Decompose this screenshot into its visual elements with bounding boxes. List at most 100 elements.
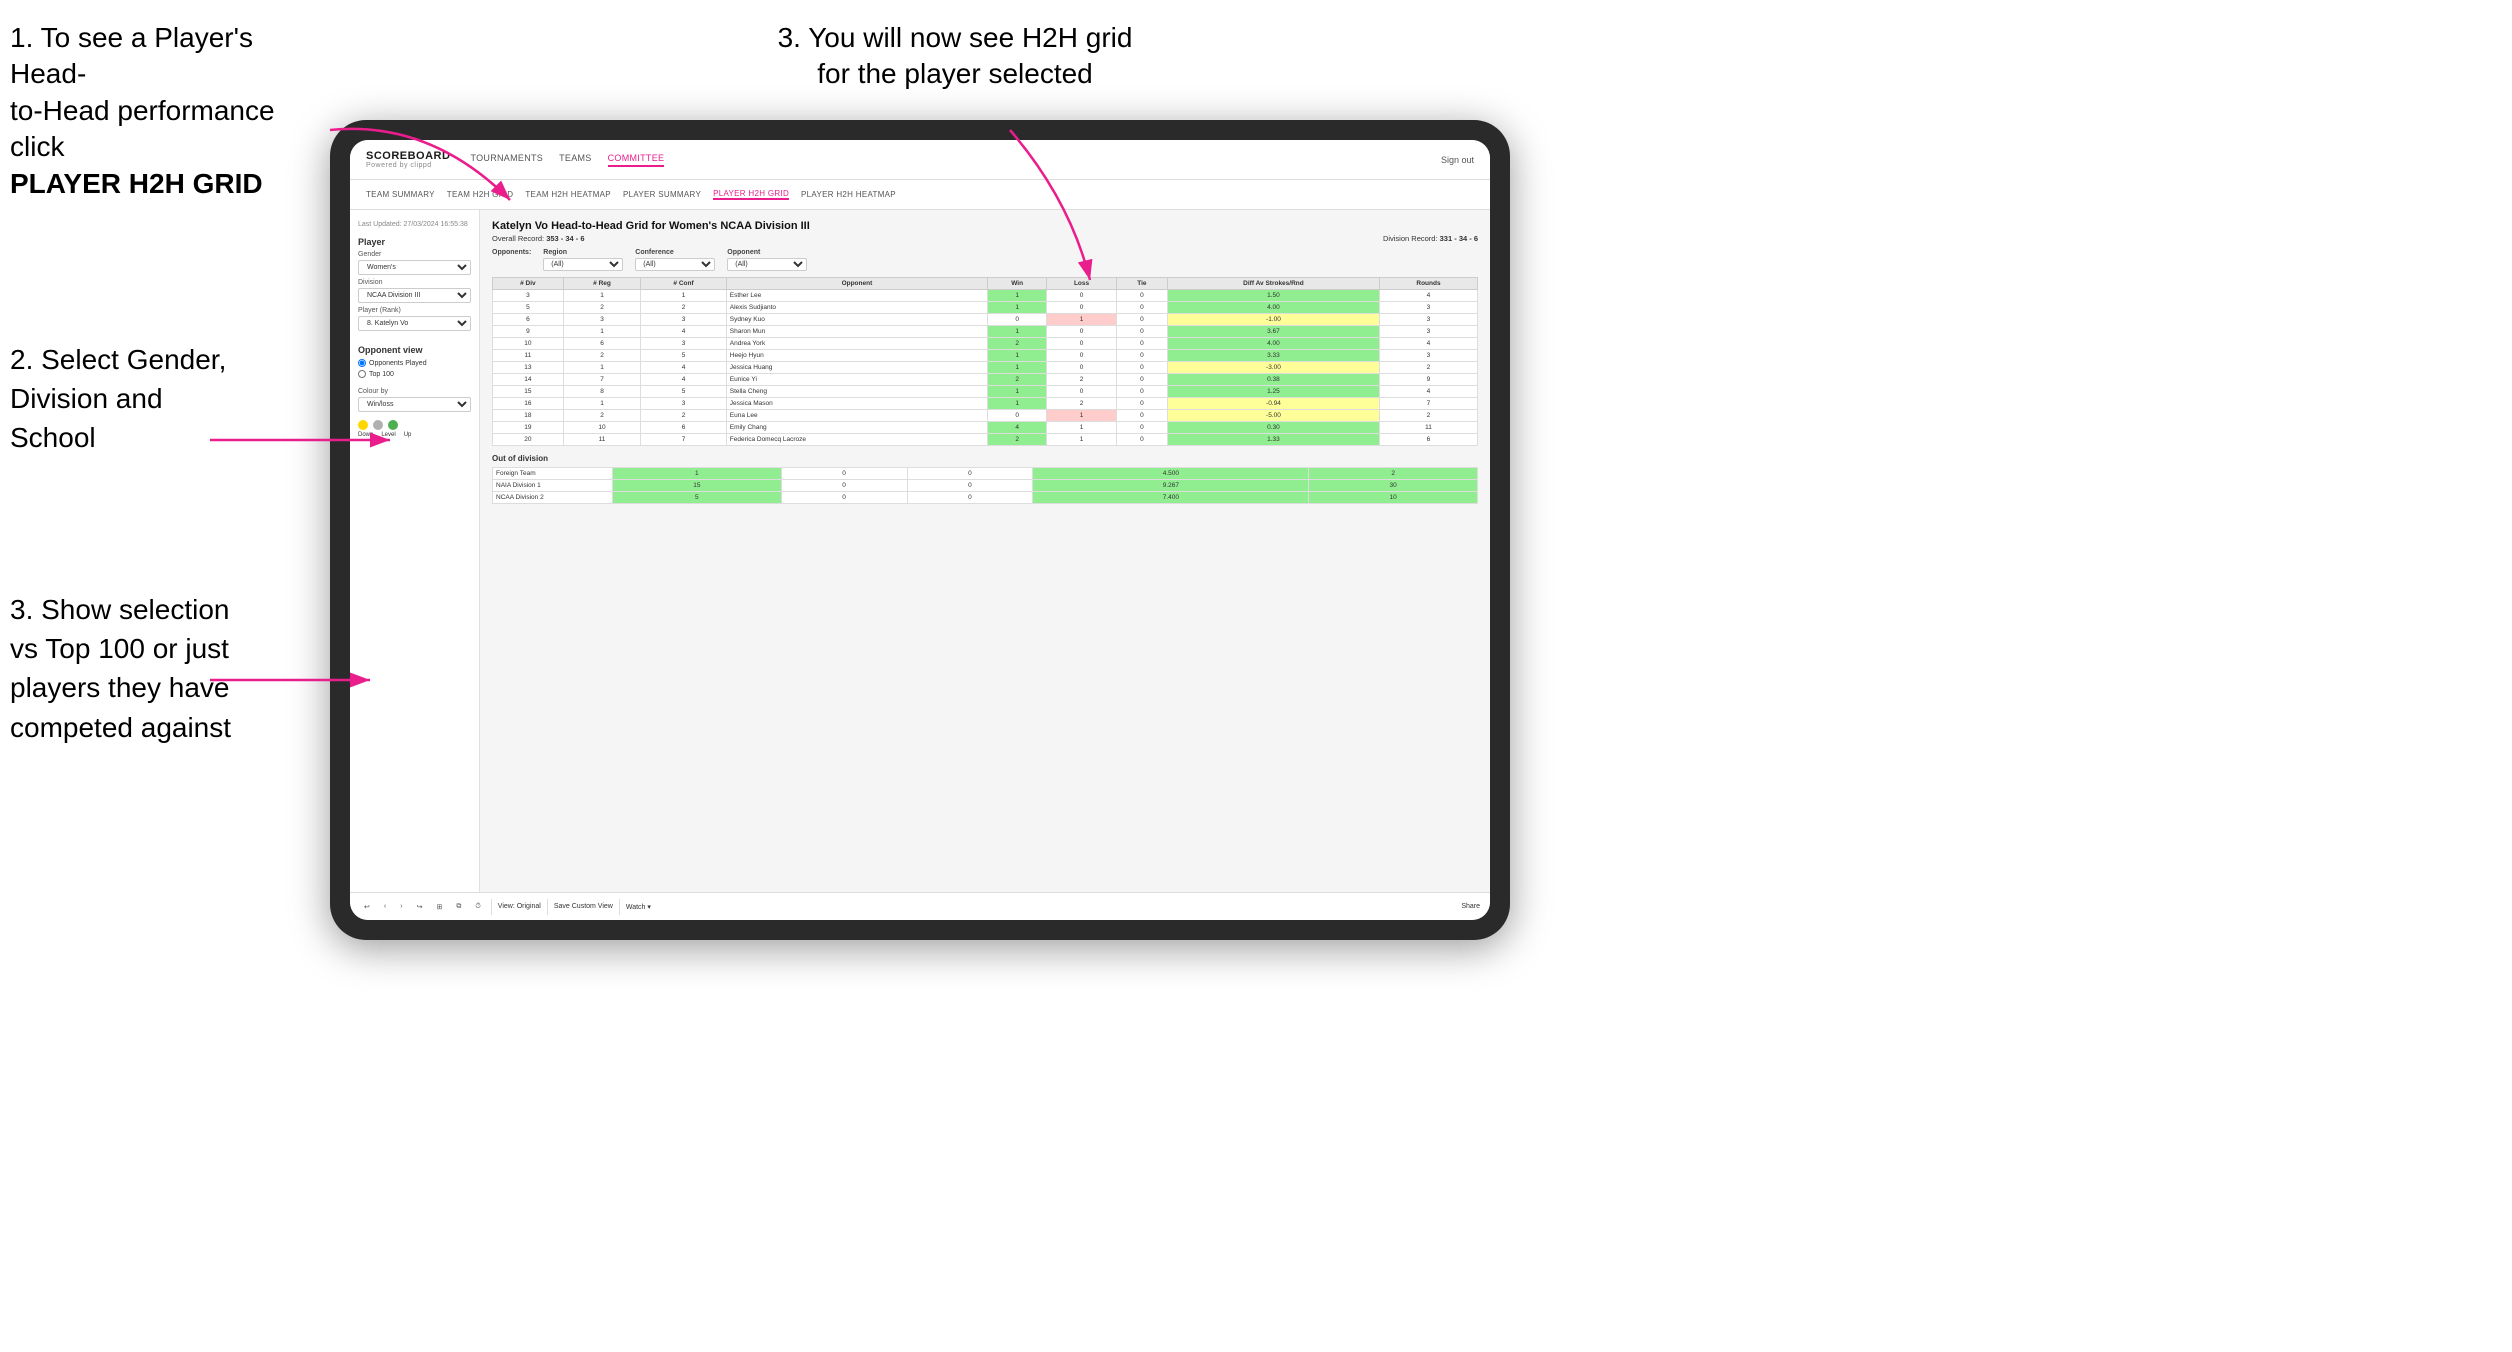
- save-custom-btn[interactable]: Save Custom View: [554, 903, 613, 910]
- table-row: 3 1 1 Esther Lee 1 0 0 1.50 4: [493, 290, 1478, 302]
- division-label: Division: [358, 279, 471, 286]
- forward-btn[interactable]: ›: [396, 901, 406, 912]
- redo-btn[interactable]: ↪: [413, 901, 427, 913]
- colour-level: [373, 420, 383, 430]
- colour-up: [388, 420, 398, 430]
- colour-by-label: Colour by: [358, 388, 471, 395]
- sub-nav-player-h2h-heatmap[interactable]: PLAYER H2H HEATMAP: [801, 190, 896, 199]
- share-btn[interactable]: Share: [1461, 903, 1480, 910]
- separator1: [491, 899, 492, 915]
- clock-btn[interactable]: ⏱: [471, 901, 484, 913]
- col-reg: # Reg: [563, 278, 641, 290]
- colour-down: [358, 420, 368, 430]
- filter-region-label: Region: [543, 249, 623, 256]
- col-div: # Div: [493, 278, 564, 290]
- logo: SCOREBOARD Powered by clippd: [366, 150, 450, 170]
- out-table-row: Foreign Team 1 0 0 4.500 2: [493, 468, 1478, 480]
- radio-top100[interactable]: Top 100: [358, 370, 471, 378]
- nav-sign-out[interactable]: Sign out: [1441, 155, 1474, 165]
- table-row: 13 1 4 Jessica Huang 1 0 0 -3.00 2: [493, 362, 1478, 374]
- table-row: 10 6 3 Andrea York 2 0 0 4.00 4: [493, 338, 1478, 350]
- instruction-step2: 2. Select Gender, Division and School: [10, 340, 310, 458]
- undo-btn[interactable]: ↩: [360, 901, 374, 913]
- bottom-toolbar: ↩ ‹ › ↪ ⊞ ⧉ ⏱ View: Original Save Custom…: [350, 892, 1490, 920]
- col-rounds: Rounds: [1379, 278, 1477, 290]
- filter-opponents: Opponents:: [492, 249, 531, 271]
- colour-section: Colour by Win/loss Down Level Up: [358, 388, 471, 438]
- h2h-table: # Div # Reg # Conf Opponent Win Loss Tie…: [492, 277, 1478, 446]
- overall-record: Overall Record: 353 - 34 - 6: [492, 234, 585, 243]
- instruction-step3-bottom: 3. Show selection vs Top 100 or just pla…: [10, 590, 330, 747]
- filter-conference-select[interactable]: (All): [635, 258, 715, 271]
- col-diff: Diff Av Strokes/Rnd: [1167, 278, 1379, 290]
- grid-subtitle: Overall Record: 353 - 34 - 6 Division Re…: [492, 234, 1478, 243]
- watch-btn[interactable]: Watch ▾: [626, 903, 651, 911]
- player-rank-select[interactable]: 8. Katelyn Vo: [358, 316, 471, 331]
- nav-committee[interactable]: COMMITTEE: [608, 153, 665, 167]
- out-table-row: NCAA Division 2 5 0 0 7.400 10: [493, 492, 1478, 504]
- out-of-division-title: Out of division: [492, 454, 1478, 463]
- sub-nav-player-summary[interactable]: PLAYER SUMMARY: [623, 190, 701, 199]
- sub-nav-team-summary[interactable]: TEAM SUMMARY: [366, 190, 435, 199]
- nav-tournaments[interactable]: TOURNAMENTS: [470, 153, 543, 167]
- gender-select[interactable]: Women's: [358, 260, 471, 275]
- separator3: [619, 899, 620, 915]
- opponent-view-title: Opponent view: [358, 345, 471, 355]
- col-win: Win: [988, 278, 1047, 290]
- division-select[interactable]: NCAA Division III: [358, 288, 471, 303]
- filter-region-group: Region (All): [543, 249, 623, 271]
- instruction-step3-top: 3. You will now see H2H grid for the pla…: [770, 20, 1140, 93]
- tablet-screen: SCOREBOARD Powered by clippd TOURNAMENTS…: [350, 140, 1490, 920]
- filter-opponent-group: Opponent (All): [727, 249, 807, 271]
- nav-links: TOURNAMENTS TEAMS COMMITTEE: [470, 153, 1441, 167]
- table-row: 15 8 5 Stella Cheng 1 0 0 1.25 4: [493, 386, 1478, 398]
- grid-title: Katelyn Vo Head-to-Head Grid for Women's…: [492, 220, 1478, 232]
- table-row: 19 10 6 Emily Chang 4 1 0 0.30 11: [493, 422, 1478, 434]
- filter-opponent-select[interactable]: (All): [727, 258, 807, 271]
- col-tie: Tie: [1116, 278, 1167, 290]
- division-record: Division Record: 331 - 34 - 6: [1383, 234, 1478, 243]
- table-row: 18 2 2 Euna Lee 0 1 0 -5.00 2: [493, 410, 1478, 422]
- sub-nav: TEAM SUMMARY TEAM H2H GRID TEAM H2H HEAT…: [350, 180, 1490, 210]
- colour-legend: [358, 420, 471, 430]
- separator2: [547, 899, 548, 915]
- instruction-step1: 1. To see a Player's Head- to-Head perfo…: [10, 20, 320, 202]
- last-updated: Last Updated: 27/03/2024 16:55:38: [358, 220, 471, 229]
- col-conf: # Conf: [641, 278, 726, 290]
- filter-conference-label: Conference: [635, 249, 715, 256]
- sub-nav-team-h2h-grid[interactable]: TEAM H2H GRID: [447, 190, 514, 199]
- player-section-title: Player: [358, 237, 471, 247]
- table-row: 11 2 5 Heejo Hyun 1 0 0 3.33 3: [493, 350, 1478, 362]
- table-row: 14 7 4 Eunice Yi 2 2 0 0.38 9: [493, 374, 1478, 386]
- filter-section: Opponents: Region (All) Conference (All): [492, 249, 1478, 271]
- tablet-frame: SCOREBOARD Powered by clippd TOURNAMENTS…: [330, 120, 1510, 940]
- table-row: 9 1 4 Sharon Mun 1 0 0 3.67 3: [493, 326, 1478, 338]
- radio-opponents-played[interactable]: Opponents Played: [358, 359, 471, 367]
- nav-bar: SCOREBOARD Powered by clippd TOURNAMENTS…: [350, 140, 1490, 180]
- filter-opponent-label: Opponent: [727, 249, 807, 256]
- main-content: Last Updated: 27/03/2024 16:55:38 Player…: [350, 210, 1490, 892]
- right-panel: Katelyn Vo Head-to-Head Grid for Women's…: [480, 210, 1490, 892]
- out-table-row: NAIA Division 1 15 0 0 9.267 30: [493, 480, 1478, 492]
- table-row: 5 2 2 Alexis Sudjianto 1 0 0 4.00 3: [493, 302, 1478, 314]
- colour-labels: Down Level Up: [358, 432, 471, 438]
- left-panel: Last Updated: 27/03/2024 16:55:38 Player…: [350, 210, 480, 892]
- sub-nav-player-h2h-grid[interactable]: PLAYER H2H GRID: [713, 189, 789, 200]
- gender-label: Gender: [358, 251, 471, 258]
- filter-conference-group: Conference (All): [635, 249, 715, 271]
- grid-btn[interactable]: ⊞: [432, 901, 446, 913]
- view-original-btn[interactable]: View: Original: [498, 903, 541, 910]
- colour-by-select[interactable]: Win/loss: [358, 397, 471, 412]
- back-btn[interactable]: ‹: [380, 901, 390, 912]
- col-opponent: Opponent: [726, 278, 987, 290]
- table-row: 20 11 7 Federica Domecq Lacroze 2 1 0 1.…: [493, 434, 1478, 446]
- share2-btn[interactable]: ⧉: [452, 901, 465, 913]
- filter-region-select[interactable]: (All): [543, 258, 623, 271]
- nav-teams[interactable]: TEAMS: [559, 153, 592, 167]
- col-loss: Loss: [1047, 278, 1117, 290]
- table-row: 6 3 3 Sydney Kuo 0 1 0 -1.00 3: [493, 314, 1478, 326]
- filter-opponents-label: Opponents:: [492, 249, 531, 256]
- sub-nav-team-h2h-heatmap[interactable]: TEAM H2H HEATMAP: [525, 190, 611, 199]
- out-of-division-table: Foreign Team 1 0 0 4.500 2 NAIA Division…: [492, 467, 1478, 504]
- table-row: 16 1 3 Jessica Mason 1 2 0 -0.94 7: [493, 398, 1478, 410]
